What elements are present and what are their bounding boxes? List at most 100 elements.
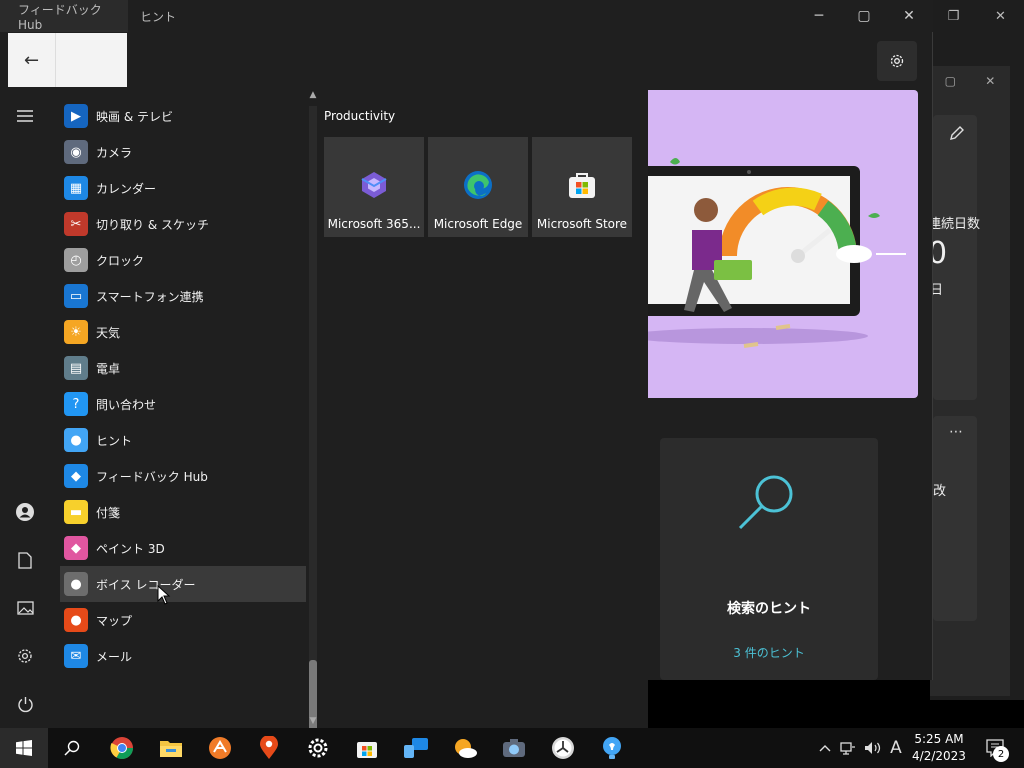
app-list-item[interactable]: ? 問い合わせ <box>60 386 306 422</box>
app-list-item[interactable]: ▶ 映画 & テレビ <box>60 98 306 134</box>
sticky-notes-icon: ▬ <box>64 500 88 524</box>
search-tips-card[interactable]: 検索のヒント 3 件のヒント <box>660 438 878 680</box>
pictures-button[interactable] <box>0 588 50 628</box>
phone-link-icon <box>404 738 428 758</box>
app-list-item[interactable]: ▦ カレンダー <box>60 170 306 206</box>
tile-label: Microsoft 365... <box>327 217 421 231</box>
clock-time: 5:25 AM <box>914 732 964 746</box>
back-button[interactable]: ← <box>8 33 56 87</box>
taskbar-clock[interactable] <box>539 728 587 768</box>
app-list-item-label: ペイント 3D <box>96 541 165 556</box>
paint-3d-icon: ◆ <box>64 536 88 560</box>
tab-feedback-hub[interactable]: フィードバック Hub <box>0 0 128 32</box>
restore-icon[interactable]: ❐ <box>930 0 977 32</box>
taskbar-weather[interactable] <box>441 728 489 768</box>
scroll-down-icon[interactable]: ▼ <box>307 714 319 728</box>
app-list-item[interactable]: ◆ フィードバック Hub <box>60 458 306 494</box>
tile-microsoft-edge[interactable]: Microsoft Edge <box>428 137 528 237</box>
close-button[interactable]: ✕ <box>886 0 932 32</box>
volume-icon[interactable] <box>862 728 884 768</box>
taskbar-tips[interactable] <box>588 728 636 768</box>
app-list-item[interactable]: ● ボイス レコーダー <box>60 566 306 602</box>
settings-rail-button[interactable] <box>0 636 50 676</box>
store-icon <box>357 742 377 758</box>
app-list-item-label: フィードバック Hub <box>96 469 208 484</box>
expand-menu-button[interactable] <box>0 96 50 136</box>
camera-icon <box>503 739 525 757</box>
documents-button[interactable] <box>0 540 50 580</box>
app-icon <box>209 737 231 759</box>
background-inner-controls: ▢ ✕ <box>930 66 1010 96</box>
tile-microsoft-365[interactable]: Microsoft 365... <box>324 137 424 237</box>
close-icon[interactable]: ✕ <box>985 74 995 88</box>
network-icon[interactable] <box>838 728 858 768</box>
weather-icon: ☀ <box>64 320 88 344</box>
app-list-item-label: メール <box>96 649 133 664</box>
action-center-button[interactable]: 2 <box>978 728 1014 768</box>
app-list-item[interactable]: ◴ クロック <box>60 242 306 278</box>
taskbar-app[interactable] <box>196 728 244 768</box>
taskbar-clock-display[interactable]: 5:25 AM 4/2/2023 <box>904 731 974 765</box>
taskbar-camera[interactable] <box>490 728 538 768</box>
app-list-item[interactable]: ☀ 天気 <box>60 314 306 350</box>
gear-icon <box>890 54 904 68</box>
account-button[interactable] <box>0 492 50 532</box>
taskbar-settings[interactable] <box>294 728 342 768</box>
voice-recorder-icon: ● <box>64 572 88 596</box>
mail-icon: ✉ <box>64 644 88 668</box>
tips-icon: ● <box>64 428 88 452</box>
power-button[interactable] <box>0 684 50 724</box>
restore-icon[interactable]: ▢ <box>945 74 956 88</box>
app-list-item[interactable]: ◉ カメラ <box>60 134 306 170</box>
taskbar-maps[interactable] <box>245 728 293 768</box>
app-list-item-label: ボイス レコーダー <box>96 577 196 592</box>
ime-indicator[interactable]: A <box>886 728 906 768</box>
taskbar-store[interactable] <box>343 728 391 768</box>
scroll-track[interactable] <box>309 106 317 706</box>
tip-card-title: 検索のヒント <box>727 601 811 617</box>
app-list-item[interactable]: ✉ メール <box>60 638 306 674</box>
app-list-scrollbar[interactable]: ▲ ▼ <box>307 88 319 768</box>
get-help-icon: ? <box>64 392 88 416</box>
more-icon[interactable]: ⋯ <box>949 424 963 440</box>
app-list-item-label: クロック <box>96 253 145 268</box>
tile-microsoft-store[interactable]: Microsoft Store <box>532 137 632 237</box>
edit-icon[interactable] <box>948 124 966 142</box>
app-list: ▶ 映画 & テレビ ◉ カメラ ▦ カレンダー ✂ 切り取り & スケッチ ◴ クロック ▭ スマー… <box>60 98 306 674</box>
app-list-item-label: カレンダー <box>96 181 157 196</box>
start-button[interactable] <box>0 728 48 768</box>
background-window-controls: ❐ ✕ <box>930 0 1024 32</box>
app-list-item[interactable]: ● マップ <box>60 602 306 638</box>
app-list-item[interactable]: ✂ 切り取り & スケッチ <box>60 206 306 242</box>
settings-button[interactable] <box>877 41 917 81</box>
chrome-icon <box>110 737 133 759</box>
app-list-item[interactable]: ▬ 付箋 <box>60 494 306 530</box>
calendar-icon: ▦ <box>64 176 88 200</box>
tab-tips[interactable]: ヒント <box>128 0 248 32</box>
snip-sketch-icon: ✂ <box>64 212 88 236</box>
clock-date: 4/2/2023 <box>912 749 966 763</box>
scroll-up-icon[interactable]: ▲ <box>307 88 319 102</box>
tips-icon <box>603 737 621 759</box>
minimize-button[interactable]: ─ <box>796 0 842 32</box>
search-button[interactable] <box>48 728 96 768</box>
secondary-card-text: 改 <box>933 484 947 499</box>
app-list-item-label: スマートフォン連携 <box>96 289 204 304</box>
close-icon[interactable]: ✕ <box>977 0 1024 32</box>
start-menu-rail <box>0 88 50 728</box>
taskbar-phone-link[interactable] <box>392 728 440 768</box>
hero-illustration <box>648 90 918 398</box>
taskbar-file-explorer[interactable] <box>147 728 195 768</box>
maps-icon <box>260 736 278 759</box>
chevron-up-icon <box>819 745 831 752</box>
app-list-item[interactable]: ● ヒント <box>60 422 306 458</box>
app-list-item[interactable]: ▤ 電卓 <box>60 350 306 386</box>
app-list-item[interactable]: ◆ ペイント 3D <box>60 530 306 566</box>
tip-count-link[interactable]: 3 件のヒント <box>660 644 878 661</box>
app-list-item[interactable]: ▭ スマートフォン連携 <box>60 278 306 314</box>
app-list-item-label: 電卓 <box>96 361 121 376</box>
calculator-icon: ▤ <box>64 356 88 380</box>
taskbar-chrome[interactable] <box>98 728 146 768</box>
show-hidden-icons[interactable] <box>815 728 835 768</box>
maximize-button[interactable]: ▢ <box>841 0 887 32</box>
